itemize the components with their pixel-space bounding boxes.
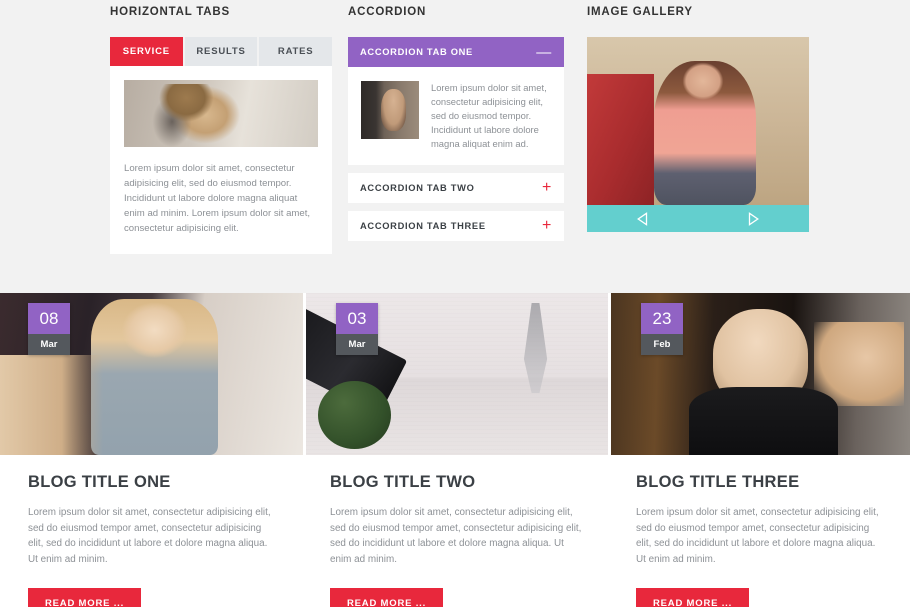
image-gallery-widget: IMAGE GALLERY [587, 6, 809, 232]
prev-arrow-icon[interactable] [633, 209, 653, 229]
date-badge-two: 03 Mar [336, 303, 378, 355]
accordion-widget: ACCORDION ACCORDION TAB ONE — Lorem ipsu… [348, 6, 564, 249]
accordion-text-one: Lorem ipsum dolor sit amet, consectetur … [431, 82, 547, 149]
accordion-item-two: ACCORDION TAB TWO + [348, 173, 564, 203]
page-root: HORIZONTAL TABS SERVICE RESULTS RATES Lo… [0, 0, 910, 607]
plus-icon[interactable]: + [542, 180, 552, 196]
accordion-item-three: ACCORDION TAB THREE + [348, 211, 564, 241]
date-badge-three: 23 Feb [641, 303, 683, 355]
accordion-heading: ACCORDION [348, 6, 427, 18]
blog-image-three[interactable]: 23 Feb [611, 293, 910, 455]
date-day: 08 [28, 303, 70, 334]
blog-excerpt-three: Lorem ipsum dolor sit amet, consectetur … [636, 507, 879, 565]
accordion-label-two: ACCORDION TAB TWO [360, 183, 475, 193]
blog-excerpt-one: Lorem ipsum dolor sit amet, consectetur … [28, 507, 271, 565]
blog-title-one: BLOG TITLE ONE [28, 473, 171, 491]
tab-panel-image [124, 80, 318, 147]
tab-results[interactable]: RESULTS [184, 37, 260, 66]
blog-body-one: BLOG TITLE ONE Lorem ipsum dolor sit ame… [0, 455, 303, 607]
date-month: Mar [336, 334, 378, 355]
tab-service[interactable]: SERVICE [110, 37, 185, 66]
gallery-frame [587, 37, 809, 232]
date-day: 03 [336, 303, 378, 334]
blog-body-three: BLOG TITLE THREE Lorem ipsum dolor sit a… [611, 455, 910, 607]
plus-icon[interactable]: + [542, 218, 552, 234]
date-badge-one: 08 Mar [28, 303, 70, 355]
blog-card-three: 23 Feb BLOG TITLE THREE Lorem ipsum dolo… [611, 293, 910, 607]
date-day: 23 [641, 303, 683, 334]
accordion-header-two[interactable]: ACCORDION TAB TWO + [348, 173, 564, 203]
tab-panel-service: Lorem ipsum dolor sit amet, consectetur … [110, 66, 332, 254]
blog-title-two: BLOG TITLE TWO [330, 473, 476, 491]
blog-image-one[interactable]: 08 Mar [0, 293, 303, 455]
blog-card-two: 03 Mar BLOG TITLE TWO Lorem ipsum dolor … [306, 293, 608, 607]
date-month: Feb [641, 334, 683, 355]
accordion-thumbnail [361, 81, 419, 139]
tab-panel-text: Lorem ipsum dolor sit amet, consectetur … [124, 163, 311, 234]
blog-image-two[interactable]: 03 Mar [306, 293, 608, 455]
tabs-strip: SERVICE RESULTS RATES [110, 37, 333, 66]
blog-title-three: BLOG TITLE THREE [636, 473, 800, 491]
image-gallery-heading: IMAGE GALLERY [587, 6, 693, 18]
accordion-header-three[interactable]: ACCORDION TAB THREE + [348, 211, 564, 241]
blog-row: 08 Mar BLOG TITLE ONE Lorem ipsum dolor … [0, 293, 910, 607]
minus-icon[interactable]: — [536, 45, 552, 60]
horizontal-tabs-widget: HORIZONTAL TABS SERVICE RESULTS RATES Lo… [110, 6, 333, 254]
accordion-body-one: Lorem ipsum dolor sit amet, consectetur … [348, 67, 564, 165]
blog-body-two: BLOG TITLE TWO Lorem ipsum dolor sit ame… [306, 455, 608, 607]
accordion-label-one: ACCORDION TAB ONE [360, 47, 473, 57]
gallery-image[interactable] [587, 37, 809, 205]
blog-card-one: 08 Mar BLOG TITLE ONE Lorem ipsum dolor … [0, 293, 303, 607]
accordion-label-three: ACCORDION TAB THREE [360, 221, 486, 231]
gallery-nav [587, 205, 809, 232]
blog-excerpt-two: Lorem ipsum dolor sit amet, consectetur … [330, 507, 582, 565]
horizontal-tabs-heading: HORIZONTAL TABS [110, 6, 230, 18]
tab-rates[interactable]: RATES [259, 37, 333, 66]
accordion-header-one[interactable]: ACCORDION TAB ONE — [348, 37, 564, 67]
widgets-row: HORIZONTAL TABS SERVICE RESULTS RATES Lo… [0, 0, 910, 284]
next-arrow-icon[interactable] [744, 209, 764, 229]
accordion-item-one: ACCORDION TAB ONE — Lorem ipsum dolor si… [348, 37, 564, 165]
date-month: Mar [28, 334, 70, 355]
read-more-button-two[interactable]: READ MORE ... [330, 588, 444, 607]
read-more-button-one[interactable]: READ MORE ... [28, 588, 142, 607]
read-more-button-three[interactable]: READ MORE ... [636, 588, 750, 607]
